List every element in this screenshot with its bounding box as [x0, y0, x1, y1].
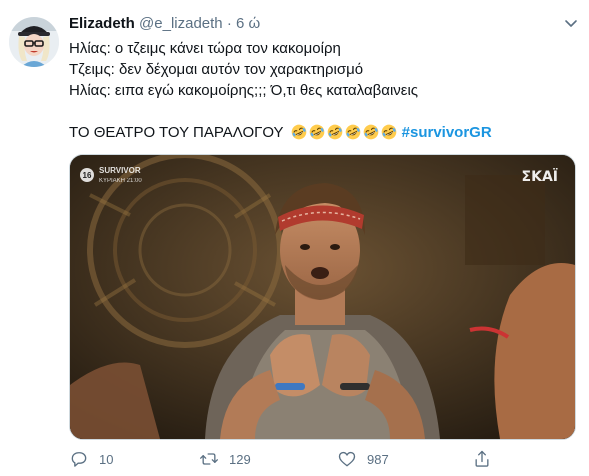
tweet-header: Elizadeth @e_lizadeth · 6 ώ [69, 14, 260, 34]
avatar-image [9, 17, 59, 67]
emoji-row [291, 124, 397, 140]
heart-icon [338, 451, 356, 467]
rolling-on-the-floor-laughing-icon [310, 124, 325, 140]
rolling-on-the-floor-laughing-icon [328, 124, 343, 140]
tweet-line-1: Ηλίας: ο τζειμς κάνει τώρα τον κακομοίρη [69, 40, 341, 57]
rolling-on-the-floor-laughing-icon [346, 124, 361, 140]
show-schedule: ΚΥΡΙΑΚΗ 21:00 [99, 178, 142, 184]
channel-badge: 16 [83, 171, 92, 180]
tweet-text: Ηλίας: ο τζειμς κάνει τώρα τον κακομοίρη… [69, 38, 574, 143]
hashtag-link[interactable]: #survivorGR [402, 124, 492, 141]
tweet-media-video[interactable]: 16 SURVIVOR ΚΥΡΙΑΚΗ 21:00 ΣΚΑΪ [69, 154, 576, 440]
network-logo: ΣΚΑΪ [522, 168, 558, 185]
tweet-line-4: ΤΟ ΘΕΑΤΡΟ ΤΟΥ ΠΑΡΑΛΟΓΟΥ #survivorGR [69, 122, 574, 143]
retweet-count: 129 [229, 451, 251, 467]
rolling-on-the-floor-laughing-icon [382, 124, 397, 140]
retweet-button[interactable]: 129 [199, 449, 251, 469]
reply-button[interactable]: 10 [69, 449, 113, 469]
reply-count: 10 [99, 451, 114, 467]
reply-icon [71, 452, 87, 467]
retweet-icon [200, 453, 218, 465]
video-frame: 16 SURVIVOR ΚΥΡΙΑΚΗ 21:00 ΣΚΑΪ [70, 155, 575, 439]
show-title: SURVIVOR [99, 166, 141, 175]
tweet-line-2: Τζειμς: δεν δέχομαι αυτόν τον χαρακτηρισ… [69, 61, 364, 78]
user-handle[interactable]: @e_lizadeth [139, 15, 223, 32]
more-options-icon[interactable] [562, 14, 580, 32]
avatar[interactable] [9, 17, 59, 67]
like-count: 987 [367, 451, 389, 467]
tweet-time[interactable]: 6 ώ [236, 15, 260, 32]
like-button[interactable]: 987 [337, 449, 389, 469]
rolling-on-the-floor-laughing-icon [364, 124, 379, 140]
share-button[interactable] [472, 449, 492, 469]
tweet-line-3: Ηλίας: ειπα εγώ κακομοίρης;;; Ό,τι θες κ… [69, 82, 419, 99]
tweet-line-4-text: ΤΟ ΘΕΑΤΡΟ ΤΟΥ ΠΑΡΑΛΟΓΟΥ [69, 124, 284, 141]
rolling-on-the-floor-laughing-icon [292, 124, 307, 140]
action-bar: 10 129 987 [69, 447, 574, 471]
display-name[interactable]: Elizadeth [69, 15, 135, 32]
tweet[interactable]: Elizadeth @e_lizadeth · 6 ώ Ηλίας: ο τζε… [0, 0, 589, 476]
separator-dot: · [226, 15, 232, 32]
share-icon [475, 450, 489, 467]
